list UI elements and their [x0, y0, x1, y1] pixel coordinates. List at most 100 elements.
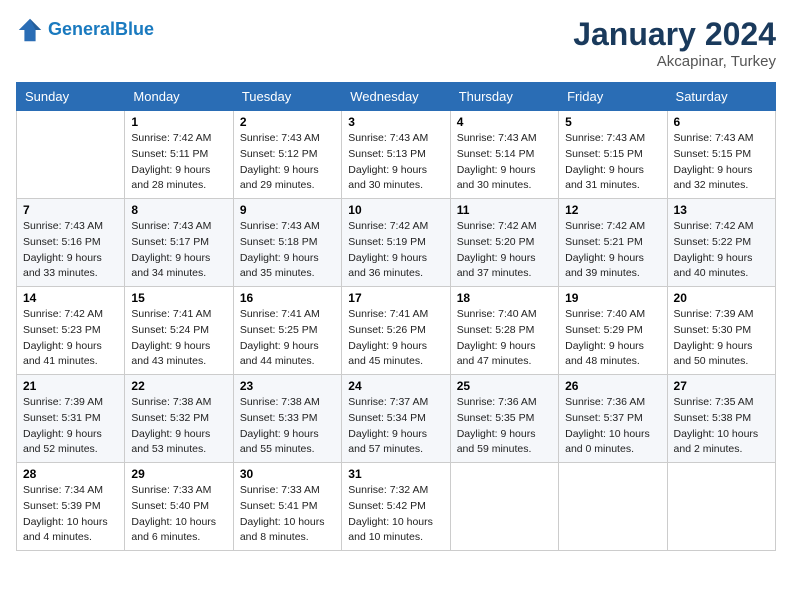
day-number: 14: [23, 291, 118, 305]
calendar-cell: 14 Sunrise: 7:42 AMSunset: 5:23 PMDayligh…: [17, 287, 125, 375]
month-title: January 2024: [573, 16, 776, 53]
day-info: Sunrise: 7:36 AMSunset: 5:37 PMDaylight:…: [565, 395, 660, 458]
header-saturday: Saturday: [667, 83, 775, 111]
logo-text: GeneralBlue: [48, 20, 154, 40]
calendar-cell: 26Sunrise: 7:36 AMSunset: 5:37 PMDayligh…: [559, 375, 667, 463]
calendar-cell: 10Sunrise: 7:42 AMSunset: 5:19 PMDayligh…: [342, 199, 450, 287]
calendar-cell: 2 Sunrise: 7:43 AMSunset: 5:12 PMDaylight…: [233, 111, 341, 199]
day-info: Sunrise: 7:43 AMSunset: 5:15 PMDaylight:…: [674, 131, 769, 194]
day-info: Sunrise: 7:33 AMSunset: 5:41 PMDaylight:…: [240, 483, 335, 546]
day-info: Sunrise: 7:33 AMSunset: 5:40 PMDaylight:…: [131, 483, 226, 546]
day-info: Sunrise: 7:40 AMSunset: 5:29 PMDaylight:…: [565, 307, 660, 370]
calendar-cell: 3 Sunrise: 7:43 AMSunset: 5:13 PMDaylight…: [342, 111, 450, 199]
day-info: Sunrise: 7:36 AMSunset: 5:35 PMDaylight:…: [457, 395, 552, 458]
day-number: 5: [565, 115, 660, 129]
header-thursday: Thursday: [450, 83, 558, 111]
calendar-cell: [667, 463, 775, 551]
calendar-cell: 4 Sunrise: 7:43 AMSunset: 5:14 PMDaylight…: [450, 111, 558, 199]
day-number: 23: [240, 379, 335, 393]
day-info: Sunrise: 7:43 AMSunset: 5:18 PMDaylight:…: [240, 219, 335, 282]
calendar-cell: [450, 463, 558, 551]
location-title: Akcapinar, Turkey: [573, 53, 776, 70]
calendar-cell: 31 Sunrise: 7:32 AMSunset: 5:42 PMDayligh…: [342, 463, 450, 551]
day-number: 1: [131, 115, 226, 129]
calendar-cell: 11 Sunrise: 7:42 AMSunset: 5:20 PMDayligh…: [450, 199, 558, 287]
header-wednesday: Wednesday: [342, 83, 450, 111]
calendar-cell: 13 Sunrise: 7:42 AMSunset: 5:22 PMDayligh…: [667, 199, 775, 287]
day-number: 19: [565, 291, 660, 305]
day-number: 20: [674, 291, 769, 305]
day-number: 12: [565, 203, 660, 217]
day-info: Sunrise: 7:42 AMSunset: 5:21 PMDaylight:…: [565, 219, 660, 282]
day-number: 31: [348, 467, 443, 481]
calendar-cell: 22Sunrise: 7:38 AMSunset: 5:32 PMDayligh…: [125, 375, 233, 463]
header-sunday: Sunday: [17, 83, 125, 111]
calendar-cell: 12 Sunrise: 7:42 AMSunset: 5:21 PMDayligh…: [559, 199, 667, 287]
day-number: 17: [348, 291, 443, 305]
day-number: 25: [457, 379, 552, 393]
day-number: 24: [348, 379, 443, 393]
day-info: Sunrise: 7:43 AMSunset: 5:15 PMDaylight:…: [565, 131, 660, 194]
calendar-cell: 6 Sunrise: 7:43 AMSunset: 5:15 PMDaylight…: [667, 111, 775, 199]
day-number: 18: [457, 291, 552, 305]
day-info: Sunrise: 7:41 AMSunset: 5:24 PMDaylight:…: [131, 307, 226, 370]
calendar-cell: 16 Sunrise: 7:41 AMSunset: 5:25 PMDayligh…: [233, 287, 341, 375]
calendar-cell: 29 Sunrise: 7:33 AMSunset: 5:40 PMDayligh…: [125, 463, 233, 551]
day-number: 4: [457, 115, 552, 129]
day-info: Sunrise: 7:42 AMSunset: 5:22 PMDaylight:…: [674, 219, 769, 282]
calendar-cell: [559, 463, 667, 551]
day-number: 29: [131, 467, 226, 481]
calendar-cell: 21 Sunrise: 7:39 AMSunset: 5:31 PMDayligh…: [17, 375, 125, 463]
logo: GeneralBlue: [16, 16, 154, 44]
day-info: Sunrise: 7:42 AMSunset: 5:20 PMDaylight:…: [457, 219, 552, 282]
calendar-cell: 15Sunrise: 7:41 AMSunset: 5:24 PMDayligh…: [125, 287, 233, 375]
day-number: 8: [131, 203, 226, 217]
day-info: Sunrise: 7:37 AMSunset: 5:34 PMDaylight:…: [348, 395, 443, 458]
calendar-cell: 27Sunrise: 7:35 AMSunset: 5:38 PMDayligh…: [667, 375, 775, 463]
logo-general: General: [48, 19, 115, 39]
day-number: 13: [674, 203, 769, 217]
day-info: Sunrise: 7:43 AMSunset: 5:12 PMDaylight:…: [240, 131, 335, 194]
day-number: 9: [240, 203, 335, 217]
week-row-5: 28 Sunrise: 7:34 AMSunset: 5:39 PMDayligh…: [17, 463, 776, 551]
calendar-cell: 5 Sunrise: 7:43 AMSunset: 5:15 PMDaylight…: [559, 111, 667, 199]
day-number: 21: [23, 379, 118, 393]
calendar-cell: 17 Sunrise: 7:41 AMSunset: 5:26 PMDayligh…: [342, 287, 450, 375]
day-info: Sunrise: 7:42 AMSunset: 5:23 PMDaylight:…: [23, 307, 118, 370]
day-number: 11: [457, 203, 552, 217]
calendar-cell: 23 Sunrise: 7:38 AMSunset: 5:33 PMDayligh…: [233, 375, 341, 463]
day-info: Sunrise: 7:43 AMSunset: 5:13 PMDaylight:…: [348, 131, 443, 194]
day-number: 28: [23, 467, 118, 481]
day-info: Sunrise: 7:42 AMSunset: 5:19 PMDaylight:…: [348, 219, 443, 282]
calendar-cell: 28 Sunrise: 7:34 AMSunset: 5:39 PMDayligh…: [17, 463, 125, 551]
header-tuesday: Tuesday: [233, 83, 341, 111]
calendar-cell: 1 Sunrise: 7:42 AMSunset: 5:11 PMDaylight…: [125, 111, 233, 199]
day-info: Sunrise: 7:34 AMSunset: 5:39 PMDaylight:…: [23, 483, 118, 546]
day-info: Sunrise: 7:43 AMSunset: 5:17 PMDaylight:…: [131, 219, 226, 282]
day-number: 2: [240, 115, 335, 129]
calendar-cell: 7Sunrise: 7:43 AMSunset: 5:16 PMDaylight…: [17, 199, 125, 287]
day-info: Sunrise: 7:32 AMSunset: 5:42 PMDaylight:…: [348, 483, 443, 546]
logo-blue: Blue: [115, 19, 154, 39]
day-info: Sunrise: 7:42 AMSunset: 5:11 PMDaylight:…: [131, 131, 226, 194]
day-number: 22: [131, 379, 226, 393]
header-friday: Friday: [559, 83, 667, 111]
logo-wordmark: GeneralBlue: [48, 20, 154, 40]
calendar-cell: 8 Sunrise: 7:43 AMSunset: 5:17 PMDaylight…: [125, 199, 233, 287]
day-number: 6: [674, 115, 769, 129]
day-info: Sunrise: 7:41 AMSunset: 5:26 PMDaylight:…: [348, 307, 443, 370]
calendar-header-row: SundayMondayTuesdayWednesdayThursdayFrid…: [17, 83, 776, 111]
day-number: 30: [240, 467, 335, 481]
day-info: Sunrise: 7:43 AMSunset: 5:14 PMDaylight:…: [457, 131, 552, 194]
calendar-cell: 9 Sunrise: 7:43 AMSunset: 5:18 PMDaylight…: [233, 199, 341, 287]
week-row-4: 21 Sunrise: 7:39 AMSunset: 5:31 PMDayligh…: [17, 375, 776, 463]
day-number: 16: [240, 291, 335, 305]
day-number: 3: [348, 115, 443, 129]
day-info: Sunrise: 7:39 AMSunset: 5:31 PMDaylight:…: [23, 395, 118, 458]
calendar-cell: 20 Sunrise: 7:39 AMSunset: 5:30 PMDayligh…: [667, 287, 775, 375]
day-info: Sunrise: 7:39 AMSunset: 5:30 PMDaylight:…: [674, 307, 769, 370]
day-info: Sunrise: 7:38 AMSunset: 5:33 PMDaylight:…: [240, 395, 335, 458]
calendar-cell: 30 Sunrise: 7:33 AMSunset: 5:41 PMDayligh…: [233, 463, 341, 551]
calendar-cell: 25 Sunrise: 7:36 AMSunset: 5:35 PMDayligh…: [450, 375, 558, 463]
day-info: Sunrise: 7:41 AMSunset: 5:25 PMDaylight:…: [240, 307, 335, 370]
